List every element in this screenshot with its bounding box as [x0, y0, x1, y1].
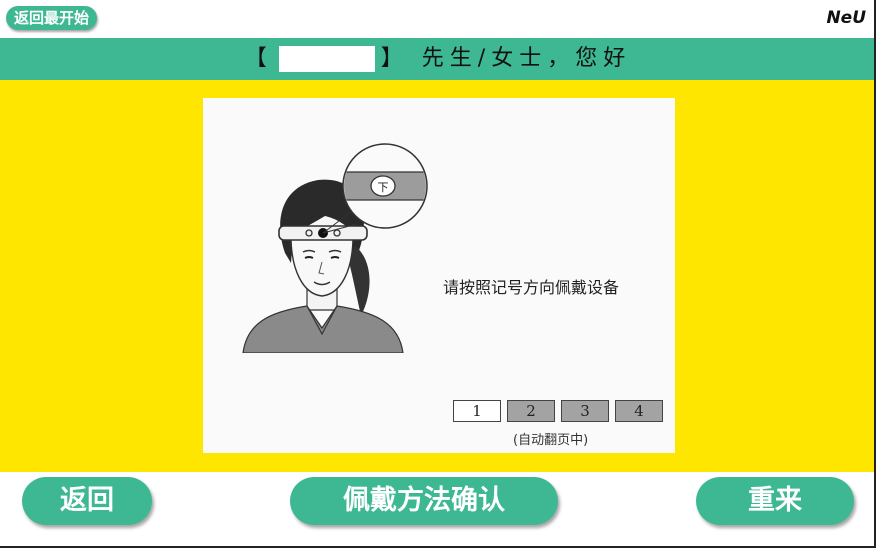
- page-2-button[interactable]: 2: [507, 400, 555, 422]
- user-name-redacted: [278, 46, 375, 72]
- greeting-close-bracket: 】: [380, 46, 409, 71]
- back-button[interactable]: 返回: [22, 477, 152, 525]
- confirm-wearing-button[interactable]: 佩戴方法确认: [290, 477, 558, 525]
- headband-wearing-illustration: 下: [242, 143, 428, 353]
- auto-flip-status: (自动翻页中): [513, 433, 589, 448]
- greeting-suffix: 先生/女士，您好: [421, 46, 632, 71]
- instruction-card: 下 请按照记号方向佩戴设备 1 2 3 4 (自动翻页中): [203, 98, 675, 453]
- page-4-button[interactable]: 4: [615, 400, 663, 422]
- main-area: 下 请按照记号方向佩戴设备 1 2 3 4 (自动翻页中): [0, 80, 876, 472]
- top-bar: 返回最开始 NeU: [0, 0, 876, 38]
- footer-bar: 返回 佩戴方法确认 重来: [0, 472, 876, 548]
- back-to-start-button[interactable]: 返回最开始: [6, 6, 98, 30]
- greeting-bar: 【 】 先生/女士，您好: [0, 38, 876, 80]
- page-3-button[interactable]: 3: [561, 400, 609, 422]
- magnifier-mark-text: 下: [378, 181, 389, 194]
- greeting-text: 【 】 先生/女士，您好: [0, 38, 876, 80]
- wearing-instruction: 请按照记号方向佩戴设备: [443, 278, 620, 297]
- brand-logo: NeU: [826, 8, 866, 28]
- retry-button[interactable]: 重来: [696, 477, 854, 525]
- greeting-open-bracket: 【: [244, 46, 273, 71]
- page-1-button[interactable]: 1: [453, 400, 501, 422]
